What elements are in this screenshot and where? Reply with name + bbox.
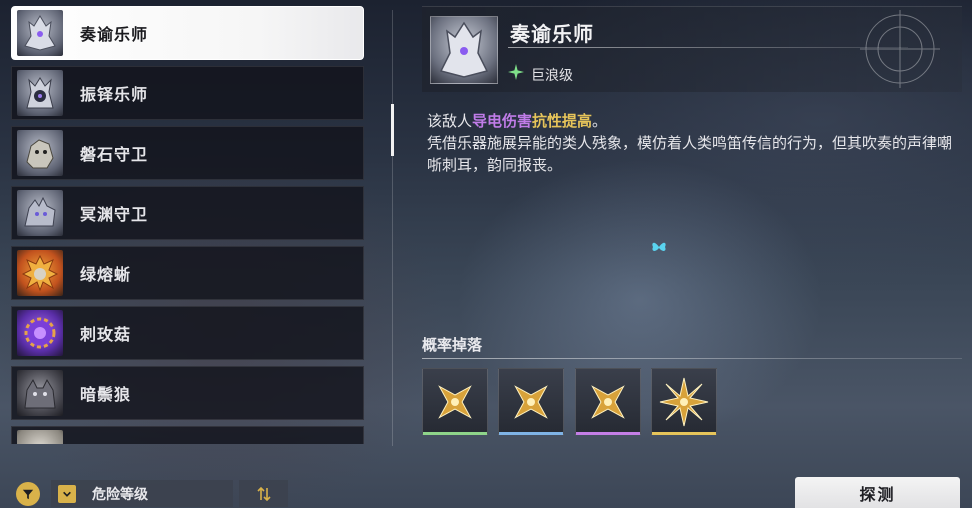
enemy-item[interactable]: 冥渊守卫 bbox=[11, 186, 364, 240]
enemy-item[interactable]: 绿熔蜥 bbox=[11, 246, 364, 300]
drop-item[interactable] bbox=[498, 368, 564, 435]
enemy-item[interactable] bbox=[11, 426, 364, 444]
chevron-down-icon bbox=[58, 484, 76, 503]
sparkle-class-icon bbox=[508, 64, 524, 80]
enemy-item[interactable]: 刺玫菇 bbox=[11, 306, 364, 360]
enemy-portrait bbox=[17, 430, 63, 444]
detail-portrait bbox=[430, 16, 498, 84]
title-underline bbox=[508, 47, 908, 48]
enemy-portrait bbox=[17, 310, 63, 356]
rarity-bar bbox=[576, 432, 640, 435]
sort-label: 危险等级 bbox=[92, 486, 148, 503]
drops-title: 概率掉落 bbox=[422, 336, 483, 354]
resistance-prefix: 该敌人 bbox=[427, 112, 473, 130]
butterfly-icon bbox=[652, 242, 666, 251]
enemy-name: 冥渊守卫 bbox=[80, 205, 149, 224]
rarity-bar bbox=[499, 432, 563, 435]
enemy-portrait bbox=[17, 250, 63, 296]
gold-shuriken-icon bbox=[659, 377, 709, 426]
enemy-portrait bbox=[17, 190, 63, 236]
sort-order-icon bbox=[256, 486, 271, 501]
drop-item[interactable] bbox=[651, 368, 717, 435]
resistance-note: 该敌人导电伤害抗性提高。 bbox=[427, 110, 607, 131]
enemy-item-selected[interactable]: 奏谕乐师 bbox=[11, 6, 364, 60]
enemy-name: 振铎乐师 bbox=[80, 85, 149, 104]
rarity-bar bbox=[652, 432, 716, 435]
drops-underline bbox=[422, 358, 962, 359]
enemy-portrait bbox=[17, 70, 63, 116]
gold-shuriken-icon bbox=[591, 384, 625, 419]
drop-item[interactable] bbox=[575, 368, 641, 435]
enemy-item[interactable]: 磐石守卫 bbox=[11, 126, 364, 180]
resistance-effect: 抗性提高 bbox=[532, 112, 593, 130]
gold-shuriken-icon bbox=[514, 384, 548, 419]
enemy-description: 凭借乐器施展异能的类人残象，模仿着人类鸣笛传信的行为，但其吹奏的声律嘲哳刺耳，韵… bbox=[427, 134, 953, 174]
enemy-name: 奏谕乐师 bbox=[80, 25, 149, 44]
enemy-item[interactable]: 暗鬃狼 bbox=[11, 366, 364, 420]
list-scrollbar[interactable] bbox=[391, 104, 394, 156]
rarity-bar bbox=[423, 432, 487, 435]
sort-order-button[interactable] bbox=[239, 480, 288, 507]
filter-icon bbox=[22, 489, 34, 500]
enemy-list: 奏谕乐师 振铎乐师 磐石守卫 冥渊守卫 绿熔蜥 刺玫菇 暗鬃狼 bbox=[11, 6, 364, 444]
gold-shuriken-icon bbox=[438, 384, 472, 419]
sort-dropdown[interactable]: 危险等级 bbox=[51, 480, 233, 507]
enemy-item[interactable]: 振铎乐师 bbox=[11, 66, 364, 120]
compass-decoration-icon bbox=[860, 10, 940, 88]
enemy-name: 刺玫菇 bbox=[80, 325, 132, 344]
enemy-portrait bbox=[17, 130, 63, 176]
drop-item[interactable] bbox=[422, 368, 488, 435]
resistance-suffix: 。 bbox=[592, 112, 608, 130]
list-divider bbox=[392, 10, 393, 446]
filter-button[interactable] bbox=[16, 482, 40, 506]
enemy-class-label: 巨浪级 bbox=[531, 68, 573, 84]
enemy-name: 磐石守卫 bbox=[80, 145, 149, 164]
detect-button[interactable]: 探测 bbox=[795, 477, 960, 508]
enemy-title: 奏谕乐师 bbox=[510, 22, 594, 46]
enemy-name: 绿熔蜥 bbox=[80, 265, 132, 284]
damage-type: 导电伤害 bbox=[472, 112, 533, 130]
enemy-portrait bbox=[17, 10, 63, 56]
enemy-name: 暗鬃狼 bbox=[80, 385, 132, 404]
enemy-portrait bbox=[17, 370, 63, 416]
